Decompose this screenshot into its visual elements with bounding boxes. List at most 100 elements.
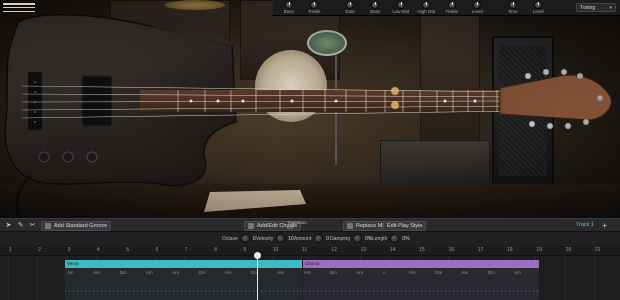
groove-icon xyxy=(45,223,51,229)
app-root: Bass Treble Gain Bass Low Mid High Mid T… xyxy=(0,0,620,300)
damping-param[interactable]: Damping 0% xyxy=(330,234,372,243)
amount-value: 0 xyxy=(326,235,330,242)
amp-knob-panel: Bass Treble Gain Bass Low Mid High Mid T… xyxy=(273,0,620,16)
toolbar: ➤ ✎ ✂ Add Standard Groove Add/Edit Chord… xyxy=(0,218,620,232)
knob-label: Gain xyxy=(344,8,355,14)
chorus-region[interactable] xyxy=(303,268,539,300)
ruler-tick-label: 15 xyxy=(419,247,425,253)
chord-label: Am xyxy=(356,270,364,275)
ruler-tick-label: 12 xyxy=(331,247,337,253)
amount-label: Amount xyxy=(294,235,312,242)
scissors-tool-icon[interactable]: ✂ xyxy=(28,222,37,230)
octave-label: Octave xyxy=(222,235,238,242)
bass-guitar xyxy=(4,14,612,218)
knob-label: Bass xyxy=(283,8,294,14)
edit-play-style-button[interactable]: Edit Play Style xyxy=(383,221,427,231)
knob-label: Time xyxy=(507,8,518,14)
amount-knob-icon xyxy=(314,234,324,243)
verse-section-header[interactable]: Verse xyxy=(65,260,302,268)
knob-label: Bass xyxy=(370,8,381,14)
knob-control[interactable]: Bass xyxy=(276,0,302,16)
parameter-row: Octave 0 Velocity 10 Amount 0 Damping 0%… xyxy=(0,232,620,246)
amount-param[interactable]: Amount 0 xyxy=(294,234,329,243)
track-label[interactable]: Track 1 xyxy=(576,222,594,228)
knob-control[interactable]: Level xyxy=(465,0,491,16)
knob-icon xyxy=(534,0,543,9)
ruler-tick-label: 2 xyxy=(38,247,42,253)
ruler-tick-label: 21 xyxy=(595,247,601,253)
guitar-headstock xyxy=(499,74,612,121)
playhead-handle[interactable] xyxy=(254,252,261,259)
ruler-tick-label: 9 xyxy=(243,247,247,253)
chord-label: Am xyxy=(224,270,232,275)
chord-label: Am xyxy=(67,270,74,275)
chord-label: Am xyxy=(303,270,311,275)
knob-label: Treble xyxy=(445,8,459,14)
length-value: 0% xyxy=(402,235,410,242)
ruler-tick-label: 4 xyxy=(96,247,100,253)
velocity-param[interactable]: Velocity 10 xyxy=(256,234,294,243)
velocity-label: Velocity xyxy=(256,235,274,242)
chorus-section-header[interactable]: Chorus xyxy=(303,260,539,268)
transition-value: Off xyxy=(287,225,293,230)
ruler-tick-label: 19 xyxy=(536,247,542,253)
chord-label: Dm xyxy=(119,270,127,275)
ruler-tick-label: 6 xyxy=(155,247,159,253)
chord-label: Am xyxy=(172,270,179,275)
knob-control[interactable]: Time xyxy=(500,0,526,16)
knob-control[interactable]: Treble xyxy=(302,0,328,16)
ruler-tick-label: 17 xyxy=(477,247,484,253)
knob-label: Level xyxy=(471,8,483,14)
knob-control[interactable]: Bass xyxy=(363,0,389,16)
ruler-tick-label: 20 xyxy=(565,247,572,253)
pointer-tool-icon[interactable]: ➤ xyxy=(4,222,13,230)
pencil-tool-icon[interactable]: ✎ xyxy=(16,222,25,230)
case-on-floor xyxy=(204,190,306,212)
add-standard-groove-button[interactable]: Add Standard Groove xyxy=(41,221,112,231)
damping-knob-icon xyxy=(353,234,363,243)
ruler-tick-label: 13 xyxy=(360,247,367,253)
ruler-tick-label: 11 xyxy=(302,247,308,253)
edit-play-style-label: Edit Play Style xyxy=(387,223,423,229)
control-knobs xyxy=(38,151,98,163)
chord-label: Am xyxy=(514,270,521,275)
knob-label: High Mid xyxy=(417,8,436,14)
chord-label: Am xyxy=(461,270,469,275)
chord-label: Am xyxy=(93,270,101,275)
transition-selector[interactable]: Transition Off xyxy=(287,220,307,232)
knob-control[interactable]: Level xyxy=(526,0,552,16)
ruler-tick-label: 1 xyxy=(9,247,12,253)
beat-gridline xyxy=(37,256,39,300)
knob-icon xyxy=(473,0,482,9)
knob-label: Low Mid xyxy=(392,8,410,14)
damping-label: Damping xyxy=(330,235,351,242)
tuning-dropdown[interactable]: Tuning ▾ xyxy=(576,3,616,12)
chord-label: Am xyxy=(277,270,285,275)
verse-region[interactable] xyxy=(65,268,302,300)
guitar-cable xyxy=(15,174,32,218)
length-param[interactable]: Length 0% xyxy=(372,234,410,243)
menu-button[interactable] xyxy=(3,3,35,12)
arrangement-lanes[interactable]: Verse Chorus Am Am Dm Am Am Dm Am Dm Am Am Dm Am A Am… xyxy=(0,256,620,300)
ruler-tick-label: 18 xyxy=(507,247,513,253)
chord-label: Dm xyxy=(198,270,206,275)
add-track-button[interactable]: + xyxy=(602,221,607,230)
timeline-ruler[interactable]: 1 2 3 4 5 6 7 8 9 10 11 12 13 14 15 16 17 18 19 20 21 xyxy=(0,246,620,256)
chevron-down-icon: ▾ xyxy=(609,5,612,11)
length-knob-icon xyxy=(390,234,400,243)
knob-control[interactable]: Low Mid xyxy=(388,0,414,16)
octave-param[interactable]: Octave 0 xyxy=(222,234,256,243)
ruler-tick-label: 8 xyxy=(214,247,217,253)
knob-icon xyxy=(371,0,380,9)
ruler-tick-label: 16 xyxy=(448,247,455,253)
knob-control[interactable]: High Mid xyxy=(414,0,440,16)
playhead[interactable] xyxy=(257,253,258,300)
knob-control[interactable]: Gain xyxy=(337,0,363,16)
velocity-value: 10 xyxy=(288,235,294,242)
ruler-tick-label: 10 xyxy=(272,247,279,253)
chord-label: Am xyxy=(145,270,153,275)
knob-control[interactable]: Treble xyxy=(439,0,465,16)
tuning-label: Tuning xyxy=(580,4,596,11)
knob-label: Treble xyxy=(307,8,321,14)
ruler-tick-label: 5 xyxy=(126,247,129,253)
